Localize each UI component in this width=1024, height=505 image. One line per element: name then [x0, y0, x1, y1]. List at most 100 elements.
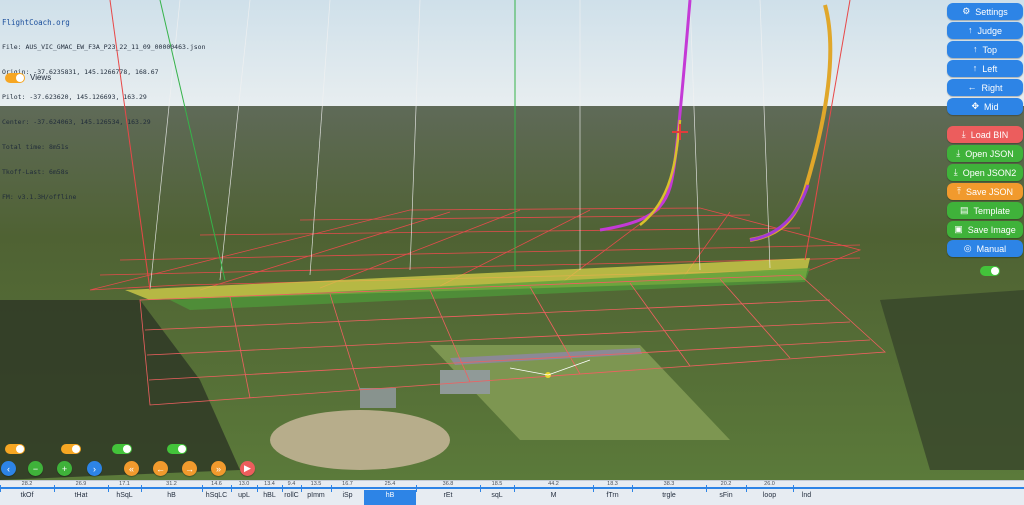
segment-duration: 25.4 [384, 481, 396, 487]
rewind-button[interactable]: « [124, 461, 139, 476]
chevron-left-icon: ‹ [7, 463, 10, 474]
play-button[interactable]: ▶ [240, 461, 255, 476]
info-line: FM: v3.1.3H/offline [2, 192, 77, 201]
arrow-up-icon: ↑ [972, 44, 978, 54]
segment-name: hBL [263, 492, 276, 499]
save-image-button[interactable]: ▣ Save Image [947, 221, 1023, 238]
download-icon: ⤓ [956, 148, 961, 158]
timeline-segment[interactable]: 26.0 loop [746, 481, 793, 505]
timeline-segment[interactable]: 26.9 tHat [54, 481, 108, 505]
timeline-tick [793, 485, 794, 492]
next-frame-button[interactable]: → [182, 461, 197, 476]
playback-toggle-3[interactable] [112, 444, 132, 454]
gear-icon: ⚙ [962, 6, 971, 16]
mid-view-button[interactable]: ✥ Mid [947, 98, 1023, 115]
timeline-segment[interactable]: 44.2 M [514, 481, 593, 505]
arrow-left-icon: ← [967, 82, 977, 92]
playback-toggle-1[interactable] [5, 444, 25, 454]
upload-icon: ⤒ [956, 186, 961, 196]
step-back-button[interactable]: ‹ [1, 461, 16, 476]
timeline-segment[interactable]: 38.3 trgle [632, 481, 706, 505]
image-icon: ▣ [954, 224, 963, 234]
info-line: Tkoff-Last: 6m58s [2, 167, 69, 176]
segment-name: M [550, 492, 557, 499]
segment-duration: 44.2 [548, 481, 559, 487]
save-json-label: Save JSON [965, 186, 1013, 197]
right-label: Right [981, 82, 1003, 93]
segment-name: hB [385, 492, 395, 499]
save-json-button[interactable]: ⤒ Save JSON [947, 183, 1023, 200]
timeline-segment[interactable]: 13.4 hBL [257, 481, 282, 505]
segment-duration: 38.3 [663, 481, 675, 487]
timeline-segment[interactable]: 31.2 hB [141, 481, 202, 505]
panel-spacer [947, 117, 1023, 126]
segment-duration: 17.1 [119, 481, 130, 487]
timeline-segment[interactable]: lnd [793, 481, 820, 505]
zoom-out-button[interactable]: − [28, 461, 43, 476]
segment-duration: 18.3 [607, 481, 618, 487]
hangar [360, 388, 396, 408]
segment-duration: 31.2 [166, 481, 177, 487]
segment-duration: 13.4 [264, 481, 275, 487]
template-button[interactable]: ▤ Template [947, 202, 1023, 219]
timeline-segment[interactable]: 14.6 hSqLC [202, 481, 231, 505]
double-chevron-left-icon: « [128, 463, 134, 474]
segment-duration: 9.4 [287, 481, 296, 487]
dirt-clearing [270, 410, 450, 470]
open-json-button[interactable]: ⤓ Open JSON [947, 145, 1023, 162]
right-view-button[interactable]: ← Right [947, 79, 1023, 96]
segment-name: lnd [801, 492, 812, 499]
timeline-segment[interactable]: 20.2 sFin [706, 481, 746, 505]
playback-toggle-4[interactable] [167, 444, 187, 454]
info-line: Total time: 8m51s [2, 143, 69, 152]
timeline-segment[interactable]: 28.2 tkOf [0, 481, 54, 505]
document-icon: ▤ [959, 205, 969, 215]
segment-duration: 16.7 [342, 481, 353, 487]
top-view-button[interactable]: ↑ Top [947, 41, 1023, 58]
download-icon: ⤓ [961, 129, 966, 139]
timeline-segment[interactable]: 13.0 upL [231, 481, 257, 505]
playback-toggle-2[interactable] [61, 444, 81, 454]
settings-button[interactable]: ⚙ Settings [947, 3, 1023, 20]
prev-frame-button[interactable]: ← [153, 461, 168, 476]
timeline-segment[interactable]: 17.1 hSqL [108, 481, 141, 505]
segment-name: fTrn [606, 492, 619, 499]
segment-name: sFin [719, 492, 733, 499]
flight-info-overlay: FlightCoach.org File: AUS_VIC_GMAC_EW_F3… [2, 2, 206, 209]
timeline-segment[interactable]: 25.4 hB [364, 481, 416, 505]
maneuver-timeline[interactable]: 28.2 tkOf 26.9 tHat 17.1 hSqL 31.2 hB 14.6 hSqLC 1… [0, 480, 1024, 505]
timeline-segment[interactable]: 18.3 fTrn [593, 481, 632, 505]
open-json-label: Open JSON [965, 148, 1014, 159]
views-toggle[interactable] [5, 73, 25, 83]
settings-label: Settings [975, 6, 1008, 17]
step-forward-button[interactable]: › [87, 461, 102, 476]
segment-name: rollC [284, 492, 299, 499]
load-bin-button[interactable]: ⤓ Load BIN [947, 126, 1023, 143]
segment-duration: 14.6 [211, 481, 222, 487]
panel-toggle[interactable] [980, 266, 1000, 276]
timeline-segment[interactable]: 16.7 iSp [331, 481, 364, 505]
arrow-up-icon: ↑ [972, 63, 978, 73]
segment-name: upL [238, 492, 250, 499]
judge-view-button[interactable]: ↑ Judge [947, 22, 1023, 39]
left-view-button[interactable]: ↑ Left [947, 60, 1023, 77]
arrow-up-icon: ↑ [967, 25, 973, 35]
timeline-segment[interactable]: 9.4 rollC [282, 481, 301, 505]
load-bin-label: Load BIN [970, 129, 1009, 140]
fast-forward-button[interactable]: » [211, 461, 226, 476]
open-json2-button[interactable]: ⤓ Open JSON2 [947, 164, 1023, 181]
timeline-segment[interactable]: 18.5 sqL [480, 481, 514, 505]
timeline-segment[interactable]: 36.8 rEt [416, 481, 480, 505]
manual-button[interactable]: ◎ Manual [947, 240, 1023, 257]
segment-name: pImm [307, 492, 325, 499]
open-json2-label: Open JSON2 [962, 167, 1017, 178]
download-icon: ⤓ [953, 167, 958, 177]
play-icon: ▶ [244, 463, 251, 473]
timeline-segment[interactable]: 13.5 pImm [301, 481, 331, 505]
zoom-in-button[interactable]: + [57, 461, 72, 476]
segment-name: hB [167, 492, 176, 499]
segment-duration: 26.0 [764, 481, 775, 487]
segment-duration: 26.9 [75, 481, 87, 487]
segment-name: rEt [443, 492, 453, 499]
info-line: Pilot: -37.623620, 145.126693, 163.29 [2, 93, 147, 102]
